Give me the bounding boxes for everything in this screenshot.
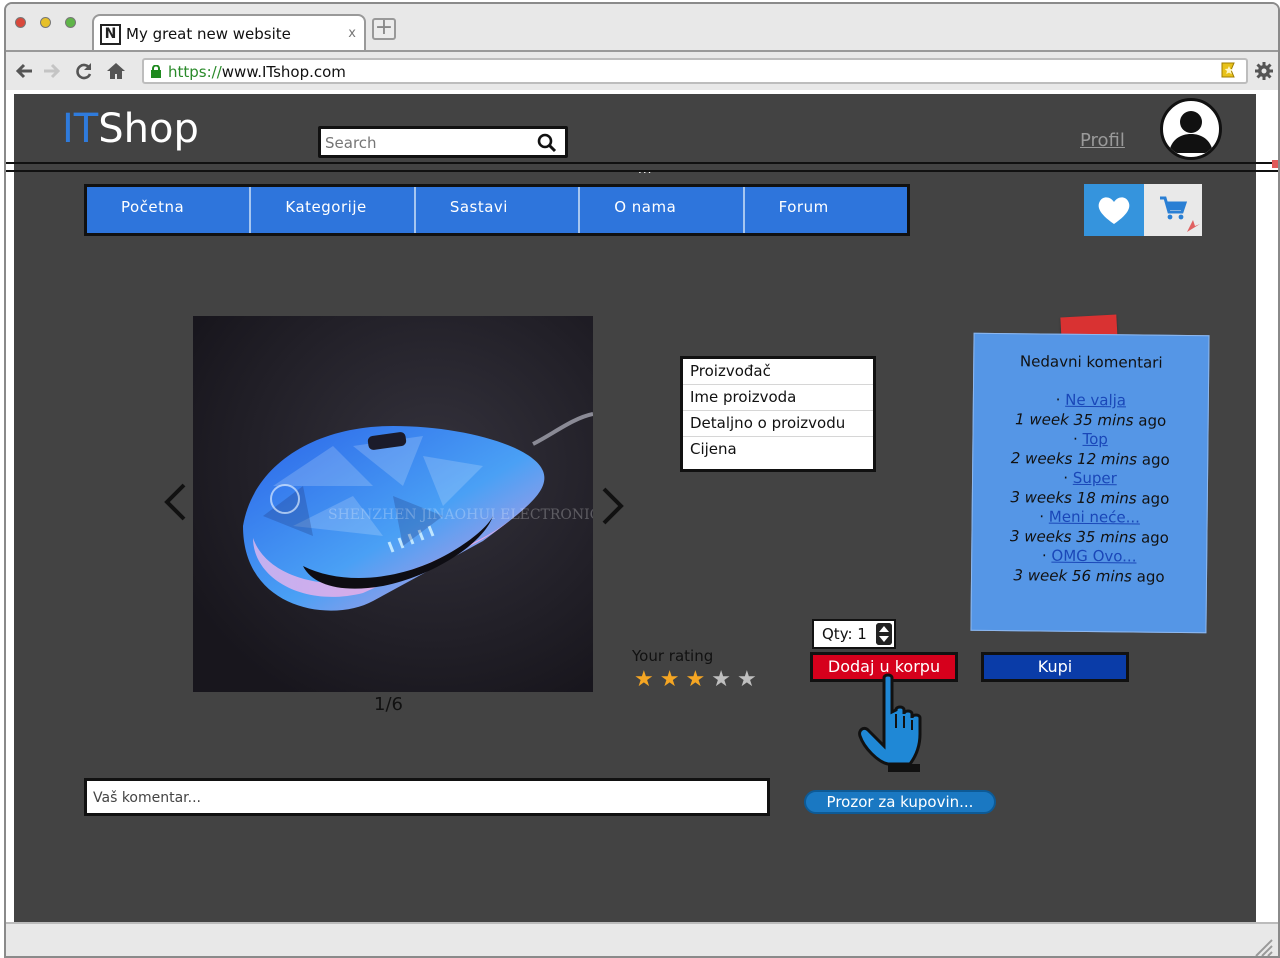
info-product-name[interactable]: Ime proizvoda: [683, 385, 873, 411]
home-icon[interactable]: [106, 61, 126, 84]
nav-item-o-nama[interactable]: O nama: [580, 187, 745, 233]
recent-comment-time: 3 week 56 mins ago: [1013, 566, 1165, 586]
buy-button[interactable]: Kupi: [981, 652, 1129, 682]
header-divider-bottom: [6, 170, 1278, 172]
rating-label: Your rating: [632, 647, 714, 665]
bookmark-icon[interactable]: [1220, 62, 1238, 85]
recent-comments-title: Nedavni komentari: [1019, 352, 1163, 372]
heart-icon: [1098, 197, 1130, 224]
address-bar[interactable]: https://www.ITshop.com: [142, 58, 1248, 84]
carousel-prev-icon[interactable]: [162, 482, 188, 530]
close-window-button[interactable]: [15, 17, 26, 28]
site-favicon-icon: N: [100, 24, 121, 45]
recent-comment-time: 3 weeks 35 mins ago: [1009, 527, 1169, 547]
product-image-carousel[interactable]: SHENZHEN JINAOHUI ELECTRONICS CO: [193, 316, 593, 692]
url-text: https://www.ITshop.com: [168, 63, 346, 81]
quantity-field[interactable]: Qty: 1: [812, 619, 896, 649]
comment-input[interactable]: [93, 786, 753, 810]
new-tab-button[interactable]: +: [372, 17, 396, 40]
nav-item-kategorije[interactable]: Kategorije: [251, 187, 416, 233]
reload-icon[interactable]: [74, 61, 94, 84]
shopping-cart-icon: [1160, 196, 1200, 232]
star-icon[interactable]: ★: [685, 668, 705, 692]
star-icon[interactable]: ★: [737, 668, 757, 692]
header-divider-top: [6, 162, 1278, 164]
minimize-window-button[interactable]: [40, 17, 51, 28]
resize-grip-icon[interactable]: [1250, 934, 1274, 958]
recent-comment-time: 2 weeks 12 mins ago: [1010, 449, 1170, 469]
profile-link[interactable]: Profil: [1080, 130, 1125, 151]
browser-window: N My great new website x + https://www.I…: [4, 2, 1280, 958]
tab-title: My great new website: [126, 25, 291, 43]
product-info-list: Proizvođač Ime proizvoda Detaljno o proi…: [680, 356, 876, 472]
image-watermark: SHENZHEN JINAOHUI ELECTRONICS CO: [328, 507, 593, 523]
nav-item-forum[interactable]: Forum: [745, 187, 907, 233]
back-arrow-icon[interactable]: [14, 61, 34, 84]
shopping-cart-button[interactable]: [1144, 184, 1202, 236]
lock-icon: [151, 65, 161, 78]
site-logo[interactable]: ITShop: [62, 106, 199, 152]
settings-gear-icon[interactable]: [1254, 61, 1274, 86]
search-box: [318, 126, 568, 158]
info-price[interactable]: Cijena: [683, 437, 873, 463]
recent-comment-link[interactable]: · Super: [973, 468, 1207, 489]
recent-comment-link[interactable]: · OMG Ovo...: [972, 546, 1206, 567]
title-bar: N My great new website x +: [6, 4, 1278, 50]
quantity-label: Qty: 1: [822, 625, 867, 643]
maximize-window-button[interactable]: [65, 17, 76, 28]
browser-tab[interactable]: N My great new website x: [92, 14, 366, 50]
page-viewport: ITShop ... Profil Početna Kategorije Sas…: [6, 90, 1278, 922]
info-product-details[interactable]: Detaljno o proizvodu: [683, 411, 873, 437]
nav-item-sastavi[interactable]: Sastavi: [416, 187, 581, 233]
main-navigation: Početna Kategorije Sastavi O nama Forum: [84, 184, 910, 236]
webpage: ITShop ... Profil Početna Kategorije Sas…: [14, 94, 1256, 922]
pointer-hand-icon: [858, 673, 922, 772]
status-bar: [6, 922, 1278, 958]
star-icon[interactable]: ★: [711, 668, 731, 692]
tab-close-icon[interactable]: x: [348, 26, 356, 41]
nav-item-pocetna[interactable]: Početna: [87, 187, 252, 233]
recent-comment-link[interactable]: · Meni neće...: [973, 507, 1207, 528]
separator-dots: ...: [638, 162, 653, 176]
recent-comment-time: 3 weeks 18 mins ago: [1010, 488, 1170, 508]
search-input[interactable]: [325, 131, 525, 155]
search-icon[interactable]: [537, 133, 557, 153]
star-rating[interactable]: ★ ★ ★ ★ ★: [634, 668, 757, 692]
recent-comments-note: Nedavni komentari · Ne valja 1 week 35 mi…: [970, 332, 1210, 634]
favorites-button[interactable]: [1084, 184, 1144, 236]
recent-comment-link[interactable]: · Ne valja: [974, 390, 1208, 411]
user-avatar-icon: [1169, 111, 1213, 153]
star-icon[interactable]: ★: [660, 668, 680, 692]
image-counter: 1/6: [374, 694, 403, 715]
browser-toolbar: https://www.ITshop.com: [6, 50, 1278, 90]
star-icon[interactable]: ★: [634, 668, 654, 692]
gaming-mouse-image: SHENZHEN JINAOHUI ELECTRONICS CO: [193, 316, 593, 692]
overflow-marker: [1272, 160, 1278, 168]
info-manufacturer[interactable]: Proizvođač: [683, 359, 873, 385]
recent-comments-list: · Ne valja 1 week 35 mins ago · Top 2 weeks…: [972, 390, 1208, 587]
carousel-next-icon[interactable]: [600, 486, 626, 534]
comment-box: [84, 778, 770, 816]
purchase-window-button[interactable]: Prozor za kupovin...: [804, 790, 996, 814]
avatar[interactable]: [1160, 98, 1222, 160]
recent-comment-time: 1 week 35 mins ago: [1015, 410, 1167, 430]
recent-comment-link[interactable]: · Top: [973, 429, 1207, 450]
quantity-stepper-icon[interactable]: [876, 623, 892, 645]
forward-arrow-icon[interactable]: [42, 61, 62, 84]
